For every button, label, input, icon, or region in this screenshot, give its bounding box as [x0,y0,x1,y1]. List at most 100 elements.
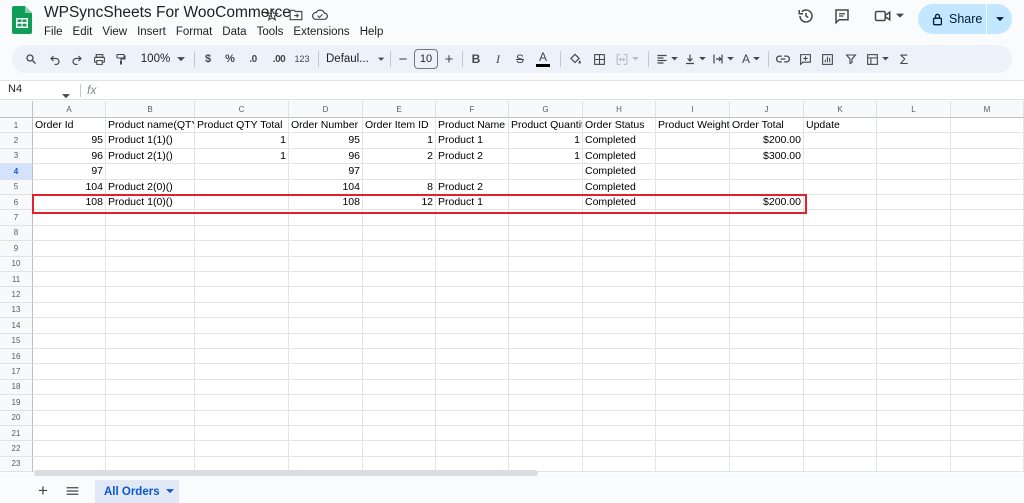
cell-m21[interactable] [951,426,1024,442]
cell-j16[interactable] [730,349,804,365]
cell-e15[interactable] [363,333,436,349]
cell-m10[interactable] [951,256,1024,272]
add-sheet-icon[interactable]: + [34,481,52,500]
cell-e14[interactable] [363,318,436,334]
cell-m1[interactable] [951,118,1024,134]
cell-j14[interactable] [730,318,804,334]
cell-g15[interactable] [509,333,583,349]
cell-f20[interactable] [436,410,509,426]
cell-m22[interactable] [951,441,1024,457]
cell-g1[interactable]: Product Quantity [509,118,583,134]
cell-m15[interactable] [951,333,1024,349]
cell-d10[interactable] [289,256,363,272]
text-color-button[interactable]: A [534,49,552,69]
increase-font-size-button[interactable]: + [442,49,456,69]
cell-f16[interactable] [436,349,509,365]
cell-j23[interactable] [730,456,804,473]
cell-j9[interactable] [730,241,804,257]
row-header-17[interactable]: 17 [0,364,33,380]
cell-k3[interactable] [804,148,877,165]
cell-f6[interactable]: Product 1 [436,195,509,211]
cell-m18[interactable] [951,379,1024,396]
cell-e11[interactable] [363,272,436,288]
row-header-7[interactable]: 7 [0,210,33,226]
version-history-icon[interactable] [796,6,816,26]
cell-k8[interactable] [804,225,877,242]
cell-e22[interactable] [363,441,436,457]
cell-m7[interactable] [951,210,1024,226]
cell-l13[interactable] [877,302,951,319]
row-header-13[interactable]: 13 [0,302,33,319]
cell-c9[interactable] [195,241,289,257]
cell-k11[interactable] [804,272,877,288]
cell-c12[interactable] [195,287,289,303]
cell-h7[interactable] [583,210,656,226]
cell-h14[interactable] [583,318,656,334]
cell-i1[interactable]: Product Weight [656,118,730,134]
row-header-14[interactable]: 14 [0,318,33,334]
redo-icon[interactable] [68,49,86,69]
cell-k1[interactable]: Update [804,118,877,134]
cell-i20[interactable] [656,410,730,426]
cell-a16[interactable] [33,349,106,365]
cell-b7[interactable] [106,210,195,226]
menu-tools[interactable]: Tools [252,24,289,40]
cell-a6[interactable]: 108 [33,195,106,211]
cell-e12[interactable] [363,287,436,303]
cell-g8[interactable] [509,225,583,242]
font-size-input[interactable]: 10 [414,49,438,69]
column-header-d[interactable]: D [289,101,363,118]
cell-f5[interactable]: Product 2 [436,179,509,195]
cell-c2[interactable]: 1 [195,133,289,149]
cell-e9[interactable] [363,241,436,257]
cell-m3[interactable] [951,148,1024,165]
cell-i22[interactable] [656,441,730,457]
cell-d16[interactable] [289,349,363,365]
cell-c1[interactable]: Product QTY Total [195,118,289,134]
cell-i5[interactable] [656,179,730,195]
cell-m12[interactable] [951,287,1024,303]
column-header-i[interactable]: I [656,101,730,118]
insert-chart-icon[interactable] [818,49,836,69]
cell-d8[interactable] [289,225,363,242]
cell-d3[interactable]: 96 [289,148,363,165]
cell-l18[interactable] [877,379,951,396]
document-title[interactable]: WPSyncSheets For WooCommerce [44,4,291,22]
row-header-8[interactable]: 8 [0,225,33,242]
cell-f9[interactable] [436,241,509,257]
cell-h22[interactable] [583,441,656,457]
cell-k12[interactable] [804,287,877,303]
cell-c13[interactable] [195,302,289,319]
cell-e17[interactable] [363,364,436,380]
cell-g17[interactable] [509,364,583,380]
cell-l4[interactable] [877,164,951,180]
row-header-23[interactable]: 23 [0,456,33,473]
cell-g14[interactable] [509,318,583,334]
cell-j10[interactable] [730,256,804,272]
cell-l2[interactable] [877,133,951,149]
cell-d11[interactable] [289,272,363,288]
column-header-j[interactable]: J [730,101,804,118]
menu-help[interactable]: Help [355,24,389,40]
cell-e19[interactable] [363,395,436,411]
cell-j19[interactable] [730,395,804,411]
cell-m16[interactable] [951,349,1024,365]
row-header-6[interactable]: 6 [0,195,33,211]
cell-g12[interactable] [509,287,583,303]
cell-l19[interactable] [877,395,951,411]
column-header-a[interactable]: A [33,101,106,118]
cell-j12[interactable] [730,287,804,303]
cell-f15[interactable] [436,333,509,349]
cell-l15[interactable] [877,333,951,349]
cell-i23[interactable] [656,456,730,473]
column-header-e[interactable]: E [363,101,436,118]
cell-e4[interactable] [363,164,436,180]
cell-i13[interactable] [656,302,730,319]
cell-i21[interactable] [656,426,730,442]
cell-k5[interactable] [804,179,877,195]
share-button[interactable]: Share [918,4,1012,34]
cell-m4[interactable] [951,164,1024,180]
increase-decimal-button[interactable]: .00 [268,49,290,69]
row-header-4[interactable]: 4 [0,164,33,180]
cell-l7[interactable] [877,210,951,226]
